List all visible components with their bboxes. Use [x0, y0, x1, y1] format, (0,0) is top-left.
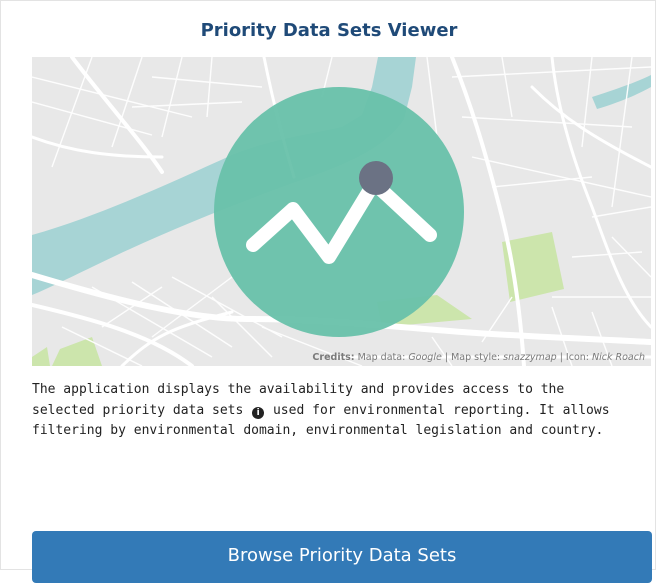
map-circle [214, 87, 464, 337]
browse-priority-data-sets-button[interactable]: Browse Priority Data Sets [32, 531, 652, 583]
description-line-1: The application displays the availabilit… [32, 382, 565, 397]
info-icon[interactable]: i [252, 406, 265, 419]
description-line-2: selected priority data sets i used for e… [32, 402, 610, 419]
description-line-3: filtering by environmental domain, envir… [32, 423, 604, 438]
map-credits: Credits: Map data: Google | Map style: s… [312, 352, 645, 363]
map-thumbnail: Credits: Map data: Google | Map style: s… [32, 57, 651, 366]
app-description: The application displays the availabilit… [32, 380, 652, 442]
chart-dot-icon [359, 161, 393, 195]
map-image [32, 57, 651, 366]
card-title: Priority Data Sets Viewer [200, 20, 458, 41]
